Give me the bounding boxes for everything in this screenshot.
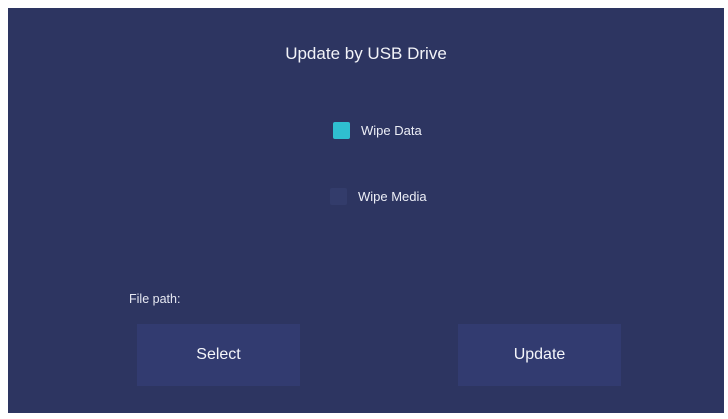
update-button[interactable]: Update	[458, 324, 621, 386]
wipe-data-option[interactable]: Wipe Data	[333, 122, 422, 139]
wipe-media-checkbox[interactable]	[330, 188, 347, 205]
wipe-media-option[interactable]: Wipe Media	[330, 188, 427, 205]
wipe-data-label: Wipe Data	[361, 123, 422, 138]
select-button[interactable]: Select	[137, 324, 300, 386]
page-title: Update by USB Drive	[285, 44, 447, 63]
update-screen: Update by USB Drive Wipe Data Wipe Media…	[8, 8, 724, 413]
wipe-data-checkbox[interactable]	[333, 122, 350, 139]
file-path-label: File path:	[129, 292, 181, 306]
wipe-media-label: Wipe Media	[358, 189, 427, 204]
